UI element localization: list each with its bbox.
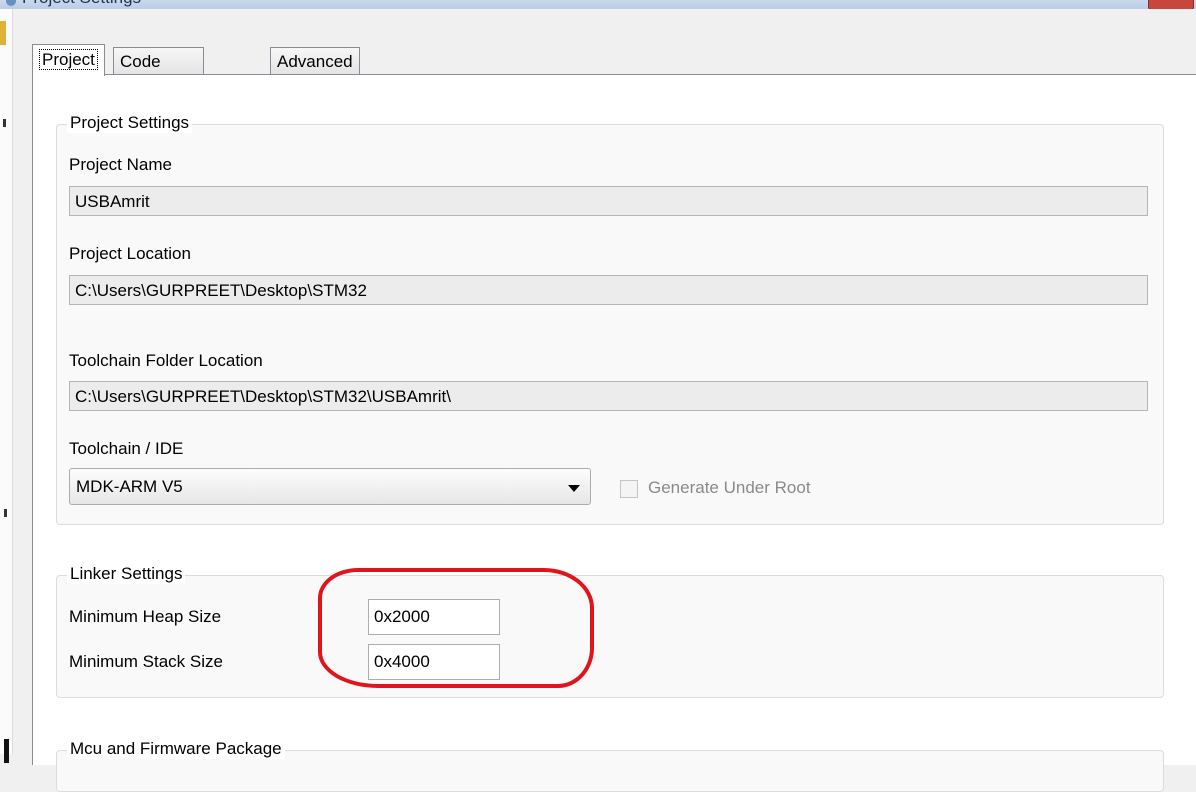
project-name-label: Project Name	[69, 155, 172, 174]
background-marker	[3, 119, 6, 127]
window-titlebar: Project Settings	[0, 0, 1196, 9]
group-title: Project Settings	[67, 113, 193, 133]
background-marker	[4, 509, 7, 517]
project-location-label: Project Location	[69, 244, 191, 263]
generate-under-root-label: Generate Under Root	[648, 478, 811, 497]
toolchain-folder-field[interactable]: C:\Users\GURPREET\Desktop\STM32\USBAmrit…	[69, 381, 1148, 411]
tab-project[interactable]: Project	[32, 44, 105, 76]
toolchain-folder-label: Toolchain Folder Location	[69, 351, 263, 370]
min-stack-input[interactable]: 0x4000	[368, 644, 500, 680]
close-icon[interactable]	[1148, 0, 1194, 9]
project-settings-group: Project Settings	[56, 113, 1164, 525]
tab-panel-project: Project Settings Project Name USBAmrit P…	[32, 74, 1196, 792]
min-stack-label: Minimum Stack Size	[69, 652, 223, 671]
mcu-firmware-group: Mcu and Firmware Package	[56, 739, 1164, 792]
group-title: Mcu and Firmware Package	[67, 739, 285, 759]
tab-advanced-settings[interactable]: Advanced Settings	[270, 47, 360, 98]
background-marker	[0, 21, 6, 45]
chevron-down-icon	[568, 485, 580, 492]
min-heap-label: Minimum Heap Size	[69, 607, 222, 626]
background-window-edge	[0, 9, 13, 763]
linker-settings-group: Linker Settings	[56, 564, 1164, 698]
project-location-field[interactable]: C:\Users\GURPREET\Desktop\STM32	[69, 275, 1148, 305]
window-title: Project Settings	[22, 0, 141, 8]
background-marker	[4, 739, 9, 763]
toolchain-ide-label: Toolchain / IDE	[69, 439, 184, 458]
project-name-field[interactable]: USBAmrit	[69, 186, 1148, 216]
tab-label: Project	[39, 49, 98, 70]
min-heap-input[interactable]: 0x2000	[368, 599, 500, 635]
app-icon	[6, 0, 16, 6]
project-settings-dialog: Project Code Generator Advanced Settings…	[13, 9, 1196, 792]
toolchain-ide-select[interactable]: MDK-ARM V5	[69, 468, 591, 505]
generate-under-root-checkbox[interactable]	[620, 480, 638, 498]
tab-code-generator[interactable]: Code Generator	[113, 47, 204, 98]
group-title: Linker Settings	[67, 564, 186, 584]
toolchain-ide-value: MDK-ARM V5	[76, 477, 183, 496]
